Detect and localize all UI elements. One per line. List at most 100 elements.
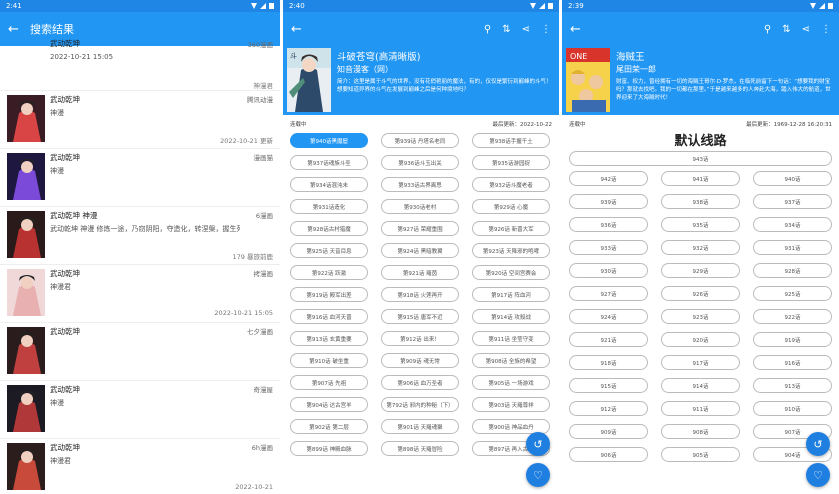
chapter-chip[interactable]: 第937话魂族斗圣: [290, 155, 368, 170]
chapter-chip[interactable]: 939话: [569, 194, 648, 209]
chapter-chip[interactable]: 第915话 唐军不近: [381, 309, 459, 324]
chapter-chip[interactable]: 911话: [661, 401, 740, 416]
result-item[interactable]: 武动乾坤 漫画猫 神漫: [0, 149, 280, 207]
chapter-chip[interactable]: 第907话 先祖: [290, 375, 368, 390]
result-item[interactable]: 武动乾坤 七夕漫画: [0, 323, 280, 381]
chapter-chip[interactable]: 第929话 心魔: [472, 199, 550, 214]
chapter-chip[interactable]: 第920话 空间宫赛会: [472, 265, 550, 280]
arrow-back-icon[interactable]: ←: [291, 22, 313, 37]
chapter-chip[interactable]: 929话: [661, 263, 740, 278]
arrow-back-icon[interactable]: ←: [570, 22, 592, 37]
chapter-chip[interactable]: 928话: [753, 263, 832, 278]
heart-icon[interactable]: ♡: [526, 463, 550, 487]
chapter-chip[interactable]: 922话: [753, 309, 832, 324]
chapter-chip[interactable]: 第909话 魂无常: [381, 353, 459, 368]
chapter-chip[interactable]: 第938话手握千土: [472, 133, 550, 148]
chapter-chip[interactable]: 第912话 出来！: [381, 331, 459, 346]
chapter-chip[interactable]: 第905话 一场游戏: [472, 375, 550, 390]
chapter-chip[interactable]: 926话: [661, 286, 740, 301]
chapter-chip[interactable]: 916话: [753, 355, 832, 370]
search-icon[interactable]: ⚲: [764, 24, 771, 35]
chapter-chip[interactable]: 第910话 破坐重: [290, 353, 368, 368]
chapter-chip[interactable]: 934话: [753, 217, 832, 232]
result-item[interactable]: 武动乾坤 腾讯动漫 神漫 2022-10-21 更新: [0, 91, 280, 149]
result-item[interactable]: 武动乾坤 拷漫画 神漫君 2022-10-21 15:05: [0, 265, 280, 323]
chapter-chip[interactable]: 905话: [661, 447, 740, 462]
chapter-chip[interactable]: 第898话 天羅冒险: [381, 441, 459, 456]
chapter-chip[interactable]: 第899话 神殿血脉: [290, 441, 368, 456]
more-vert-icon[interactable]: ⋮: [541, 24, 551, 35]
chapter-chip[interactable]: 942话: [569, 171, 648, 186]
chapter-chip[interactable]: 第925话 天音目息: [290, 243, 368, 258]
chapter-chip[interactable]: 932话: [661, 240, 740, 255]
chapter-chip[interactable]: 938话: [661, 194, 740, 209]
chapter-chip[interactable]: 933话: [569, 240, 648, 255]
chapter-chip[interactable]: 第933话古界离思: [381, 177, 459, 192]
chapter-chip[interactable]: 918话: [569, 355, 648, 370]
share-icon[interactable]: ⋖: [522, 24, 530, 35]
chapter-chip[interactable]: 第921话 羅茵: [381, 265, 459, 280]
chapter-chip[interactable]: 第940话黑魔窟: [290, 133, 368, 148]
chapter-chip[interactable]: 943话: [569, 151, 832, 166]
chapter-chip[interactable]: 第927话 荣耀重围: [381, 221, 459, 236]
chapter-chip[interactable]: 第902话 第二层: [290, 419, 368, 434]
chapter-chip[interactable]: 925话: [753, 286, 832, 301]
chapter-chip[interactable]: 941话: [661, 171, 740, 186]
more-vert-icon[interactable]: ⋮: [821, 24, 831, 35]
chapter-chip[interactable]: 第928话古村猎魔: [290, 221, 368, 236]
chapter-chip[interactable]: 931话: [753, 240, 832, 255]
chapter-chip[interactable]: 917话: [661, 355, 740, 370]
chapter-chip[interactable]: 第906话 血万圣者: [381, 375, 459, 390]
history-icon[interactable]: ↺: [806, 432, 830, 456]
chapter-chip[interactable]: 936话: [569, 217, 648, 232]
chapter-chip[interactable]: 912话: [569, 401, 648, 416]
history-icon[interactable]: ↺: [526, 432, 550, 456]
result-item[interactable]: 武动乾坤 神漫 6漫画 武动乾坤 神漫 修炼一途，乃窃阴阳，夺造化，转涅槃，握生死.…: [0, 207, 280, 265]
chapter-chip[interactable]: 第922话 跃激: [290, 265, 368, 280]
chapter-chip[interactable]: 923话: [661, 309, 740, 324]
chapter-chip[interactable]: 920话: [661, 332, 740, 347]
chapter-chip[interactable]: 921话: [569, 332, 648, 347]
search-icon[interactable]: ⚲: [484, 24, 491, 35]
chapter-chip[interactable]: 第935话游园捉: [472, 155, 550, 170]
chapter-chip[interactable]: 第913话 玄黄重要: [290, 331, 368, 346]
chapter-chip[interactable]: 第939话 丹塔名老同: [381, 133, 459, 148]
chapter-chip[interactable]: 第924话 黑暗教翼: [381, 243, 459, 258]
chapter-chip[interactable]: 第936话斗玉出关: [381, 155, 459, 170]
sort-icon[interactable]: ⇅: [502, 24, 510, 35]
sort-icon[interactable]: ⇅: [782, 24, 790, 35]
chapter-chip[interactable]: 第903话 天羅尊祥: [472, 397, 550, 412]
chapter-chip[interactable]: 935话: [661, 217, 740, 232]
chapter-chip[interactable]: 908话: [661, 424, 740, 439]
chapter-chip[interactable]: 937话: [753, 194, 832, 209]
chapter-chip[interactable]: 910话: [753, 401, 832, 416]
chapter-chip[interactable]: 927话: [569, 286, 648, 301]
chapter-chip[interactable]: 第919话 殿军出差: [290, 287, 368, 302]
chapter-chip[interactable]: 第923话 天降邪的咆哮: [472, 243, 550, 258]
chapter-chip[interactable]: 第917话 阵血河: [472, 287, 550, 302]
chapter-chip[interactable]: 914话: [661, 378, 740, 393]
chapter-chip[interactable]: 第932话斗魔老者: [472, 177, 550, 192]
result-item[interactable]: 武动乾坤 奇漫屋 神漫: [0, 381, 280, 439]
result-item[interactable]: 武动乾坤 6h漫画 神漫君 2022-10-21: [0, 439, 280, 494]
heart-icon[interactable]: ♡: [806, 463, 830, 487]
chapter-chip[interactable]: 第904话 达古宫羊: [290, 397, 368, 412]
chapter-chip[interactable]: 第934话混沌未: [290, 177, 368, 192]
arrow-back-icon[interactable]: ←: [8, 22, 30, 37]
chapter-chip[interactable]: 906话: [569, 447, 648, 462]
chapter-chip[interactable]: 第916话 血河天晋: [290, 309, 368, 324]
chapter-chip[interactable]: 第930话老村: [381, 199, 459, 214]
chapter-chip[interactable]: 第931话造化: [290, 199, 368, 214]
chapter-chip[interactable]: 第918话 火莲再开: [381, 287, 459, 302]
result-item[interactable]: 武动乾坤 360漫画 2022-10-21 15:05 神漫君: [0, 36, 280, 91]
chapter-chip[interactable]: 第914话 攻殺战: [472, 309, 550, 324]
chapter-chip[interactable]: 940话: [753, 171, 832, 186]
chapter-chip[interactable]: 924话: [569, 309, 648, 324]
chapter-chip[interactable]: 第911话 坐莹守变: [472, 331, 550, 346]
chapter-chip[interactable]: 第908话 全族的希望: [472, 353, 550, 368]
chapter-chip[interactable]: 第901话 天羅魂聚: [381, 419, 459, 434]
chapter-chip[interactable]: 915话: [569, 378, 648, 393]
chapter-chip[interactable]: 913话: [753, 378, 832, 393]
chapter-chip[interactable]: 919话: [753, 332, 832, 347]
chapter-chip[interactable]: 第792话 邪内的种秘（下）: [381, 397, 459, 412]
